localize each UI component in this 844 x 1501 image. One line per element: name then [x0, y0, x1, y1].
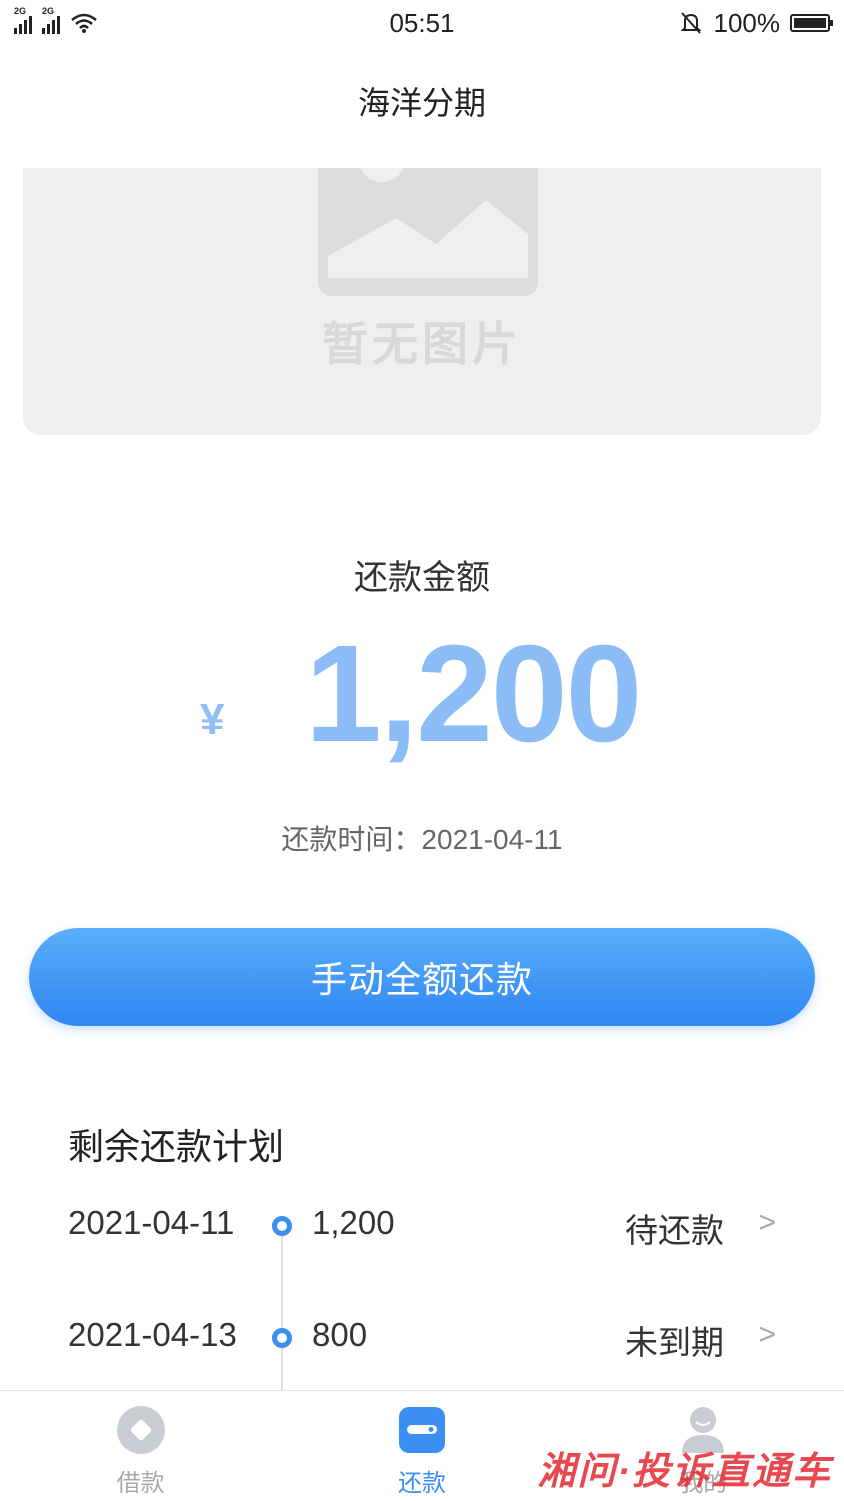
amount-value: 1,200: [305, 617, 642, 771]
repay-full-button[interactable]: 手动全额还款: [29, 928, 815, 1026]
plan-row[interactable]: 2021-04-11 1,200 待还款 >: [0, 1204, 844, 1254]
page-title: 海洋分期: [357, 85, 486, 121]
tab-label: 还款: [397, 1470, 446, 1497]
tab-repay[interactable]: 还款: [281, 1391, 562, 1501]
wallet-icon: [398, 1407, 445, 1453]
status-time: 05:51: [389, 7, 455, 38]
timeline-dot: [272, 1328, 292, 1348]
plan-title: 剩余还款计划: [68, 1126, 285, 1167]
plan-status: 待还款: [625, 1212, 724, 1249]
watermark: 湘问·投诉直通车: [537, 1451, 832, 1493]
plan-amount: 1,200: [312, 1204, 395, 1241]
timeline-dot: [272, 1216, 292, 1236]
chevron-right-icon: >: [758, 1206, 776, 1239]
placeholder-text: 暂无图片: [322, 318, 522, 370]
plan-date: 2021-04-13: [68, 1316, 237, 1353]
banner[interactable]: 暂无图片: [23, 168, 821, 435]
currency-symbol: ¥: [200, 695, 225, 744]
tab-loan[interactable]: 借款: [0, 1391, 281, 1501]
amount-label: 还款金额: [354, 559, 490, 597]
tab-label: 借款: [116, 1470, 165, 1497]
image-placeholder-icon: [318, 168, 538, 296]
plan-date: 2021-04-11: [68, 1204, 235, 1241]
plan-amount: 800: [312, 1316, 368, 1353]
plan-row[interactable]: 2021-04-13 800 未到期 >: [0, 1316, 844, 1366]
status-bar: 2G 2G 05:51 100%: [0, 0, 844, 46]
due-date: 还款时间：2021-04-11: [281, 824, 563, 855]
loan-icon: [116, 1406, 165, 1454]
plan-status: 未到期: [625, 1324, 724, 1361]
battery-icon: [790, 14, 833, 32]
chevron-right-icon: >: [758, 1318, 776, 1351]
